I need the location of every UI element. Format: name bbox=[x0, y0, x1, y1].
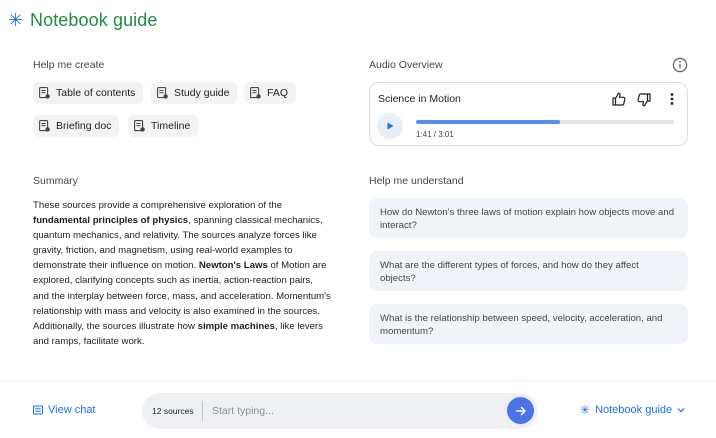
summary-label: Summary bbox=[33, 175, 78, 187]
document-icon bbox=[39, 120, 50, 132]
notebook-guide-button[interactable]: ✳ Notebook guide bbox=[580, 404, 685, 416]
info-icon[interactable] bbox=[672, 57, 688, 73]
table-of-contents-chip[interactable]: Table of contents bbox=[33, 82, 144, 104]
thumbs-up-icon[interactable] bbox=[609, 89, 629, 109]
send-button[interactable] bbox=[507, 397, 534, 424]
chip-label: Timeline bbox=[151, 120, 191, 132]
summary-text: These sources provide a comprehensive ex… bbox=[33, 198, 331, 349]
document-icon bbox=[250, 87, 261, 99]
sparkle-icon: ✳ bbox=[8, 10, 24, 30]
chat-input[interactable] bbox=[212, 400, 492, 422]
document-icon bbox=[39, 87, 50, 99]
document-icon bbox=[157, 87, 168, 99]
audio-title: Science in Motion bbox=[378, 93, 461, 105]
help-understand-label: Help me understand bbox=[369, 175, 464, 187]
more-options-icon[interactable] bbox=[662, 89, 682, 109]
sparkle-icon: ✳ bbox=[580, 403, 591, 417]
chat-divider bbox=[202, 401, 203, 421]
chip-label: Table of contents bbox=[56, 87, 136, 99]
thumbs-down-icon[interactable] bbox=[634, 90, 654, 110]
faq-chip[interactable]: FAQ bbox=[244, 82, 297, 104]
summary-highlight: simple machines bbox=[197, 320, 275, 332]
view-chat-button[interactable]: View chat bbox=[33, 404, 96, 416]
study-guide-chip[interactable]: Study guide bbox=[151, 82, 238, 104]
help-create-label: Help me create bbox=[33, 59, 105, 71]
audio-overview-card: Science in Motion 1:41 / 3:01 bbox=[369, 82, 688, 146]
notebook-guide-label: Notebook guide bbox=[595, 404, 673, 416]
briefing-doc-chip[interactable]: Briefing doc bbox=[33, 115, 120, 137]
document-icon bbox=[134, 120, 145, 132]
play-icon bbox=[387, 122, 394, 130]
audio-time: 1:41 / 3:01 bbox=[416, 130, 454, 139]
summary-highlight: Newton's Laws bbox=[198, 260, 268, 272]
suggested-question[interactable]: What is the relationship between speed, … bbox=[369, 304, 688, 344]
sources-count[interactable]: 12 sources bbox=[152, 393, 194, 429]
view-chat-label: View chat bbox=[48, 404, 96, 416]
suggested-question[interactable]: What are the different types of forces, … bbox=[369, 251, 688, 291]
audio-overview-label: Audio Overview bbox=[369, 59, 443, 71]
page-title: Notebook guide bbox=[30, 9, 158, 30]
chat-bar: 12 sources bbox=[142, 393, 538, 429]
audio-progress-fill bbox=[416, 120, 561, 124]
chevron-down-icon bbox=[677, 408, 685, 413]
chat-list-icon bbox=[33, 405, 43, 415]
play-button[interactable] bbox=[377, 113, 403, 139]
chip-label: FAQ bbox=[267, 87, 289, 99]
suggested-question[interactable]: How do Newton's three laws of motion exp… bbox=[369, 198, 688, 238]
summary-segment: These sources provide a comprehensive ex… bbox=[33, 200, 283, 211]
chip-label: Briefing doc bbox=[56, 120, 112, 132]
timeline-chip[interactable]: Timeline bbox=[128, 115, 199, 137]
arrow-right-icon bbox=[515, 406, 526, 415]
chip-label: Study guide bbox=[174, 87, 230, 99]
audio-progress-bar[interactable] bbox=[416, 120, 674, 124]
summary-highlight: fundamental principles of physics bbox=[33, 215, 189, 227]
header: ✳ Notebook guide bbox=[8, 8, 158, 32]
footer-divider bbox=[0, 380, 716, 381]
